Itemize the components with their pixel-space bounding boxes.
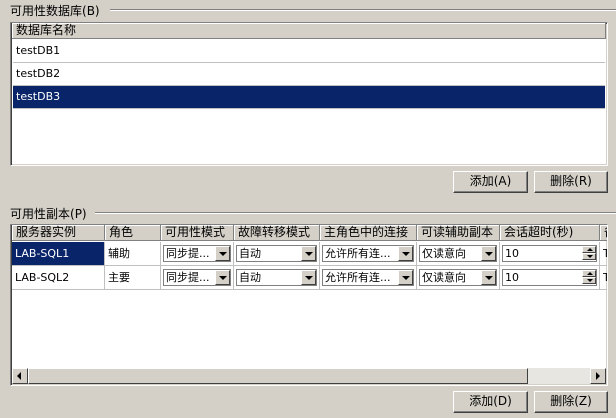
replicas-group-label: 可用性副本(P) bbox=[10, 205, 91, 222]
chevron-down-icon[interactable] bbox=[301, 246, 316, 261]
chevron-down-icon[interactable] bbox=[481, 246, 496, 261]
spin-down-icon[interactable] bbox=[582, 277, 596, 284]
chevron-down-icon[interactable] bbox=[301, 270, 316, 285]
replica-2-primary-connections-select[interactable]: 允许所有连... bbox=[322, 269, 414, 286]
spin-up-icon[interactable] bbox=[582, 246, 596, 253]
remove-replica-button[interactable]: 删除(Z) bbox=[534, 391, 608, 413]
chevron-down-icon[interactable] bbox=[215, 270, 230, 285]
replica-2-failover-cell: 自动 bbox=[234, 266, 320, 290]
add-database-button[interactable]: 添加(A) bbox=[453, 171, 528, 193]
replica-2-session-timeout-input[interactable]: 10 bbox=[502, 269, 597, 286]
replica-2-failover-mode-select[interactable]: 自动 bbox=[236, 269, 317, 286]
replica-1-readable-secondary-select[interactable]: 仅读意向 bbox=[419, 245, 497, 262]
replica-1-timeout-cell: 10 bbox=[500, 242, 600, 266]
replica-2-server[interactable]: LAB-SQL2 bbox=[12, 266, 105, 290]
replica-1-mode-cell: 同步提... bbox=[161, 242, 234, 266]
replica-1-conn-cell: 允许所有连... bbox=[320, 242, 417, 266]
database-row-3[interactable]: testDB3 bbox=[13, 86, 605, 109]
replica-grid[interactable]: 服务器实例 角色 可用性模式 故障转移模式 主角色中的连接 可读辅助副本 会话超… bbox=[10, 224, 608, 386]
spin-down-icon[interactable] bbox=[582, 253, 596, 260]
replica-2-timeout-cell: 10 bbox=[500, 266, 600, 290]
databases-group-label: 可用性数据库(B) bbox=[10, 2, 104, 19]
chevron-down-icon[interactable] bbox=[215, 246, 230, 261]
replica-1-server[interactable]: LAB-SQL1 bbox=[12, 242, 105, 266]
replica-2-mode-cell: 同步提... bbox=[161, 266, 234, 290]
replica-1-failover-cell: 自动 bbox=[234, 242, 320, 266]
replica-1-role: 辅助 bbox=[105, 242, 161, 266]
spin-up-icon[interactable] bbox=[582, 270, 596, 277]
column-header-failover-mode[interactable]: 故障转移模式 bbox=[234, 225, 320, 241]
replica-1-readable-cell: 仅读意向 bbox=[417, 242, 500, 266]
database-row-2[interactable]: testDB2 bbox=[13, 63, 605, 86]
replica-1-availability-mode-select[interactable]: 同步提... bbox=[163, 245, 231, 262]
column-header-backup[interactable]: 备 bbox=[600, 225, 607, 241]
chevron-down-icon[interactable] bbox=[398, 270, 413, 285]
replica-1-primary-connections-select[interactable]: 允许所有连... bbox=[322, 245, 414, 262]
chevron-down-icon[interactable] bbox=[481, 270, 496, 285]
column-header-role[interactable]: 角色 bbox=[105, 225, 161, 241]
replica-2-backup[interactable]: T bbox=[600, 266, 607, 290]
add-replica-button[interactable]: 添加(D) bbox=[453, 391, 528, 413]
chevron-down-icon[interactable] bbox=[398, 246, 413, 261]
replica-1-failover-mode-select[interactable]: 自动 bbox=[236, 245, 317, 262]
column-header-primary-connections[interactable]: 主角色中的连接 bbox=[320, 225, 417, 241]
replica-2-availability-mode-select[interactable]: 同步提... bbox=[163, 269, 231, 286]
column-header-database-name[interactable]: 数据库名称 bbox=[12, 23, 606, 39]
replica-2-readable-secondary-select[interactable]: 仅读意向 bbox=[419, 269, 497, 286]
column-header-server-instance[interactable]: 服务器实例 bbox=[12, 225, 105, 241]
replica-1-backup[interactable]: T bbox=[600, 242, 607, 266]
replica-grid-horizontal-scrollbar[interactable] bbox=[12, 368, 606, 384]
replica-2-role: 主要 bbox=[105, 266, 161, 290]
column-header-readable-secondary[interactable]: 可读辅助副本 bbox=[417, 225, 500, 241]
scroll-thumb[interactable] bbox=[28, 368, 528, 384]
remove-database-button[interactable]: 删除(R) bbox=[534, 171, 608, 193]
column-header-availability-mode[interactable]: 可用性模式 bbox=[161, 225, 234, 241]
database-row-1[interactable]: testDB1 bbox=[13, 40, 605, 63]
database-list[interactable]: 数据库名称 testDB1 testDB2 testDB3 bbox=[10, 22, 608, 166]
replica-2-readable-cell: 仅读意向 bbox=[417, 266, 500, 290]
column-header-session-timeout[interactable]: 会话超时(秒) bbox=[500, 225, 600, 241]
replica-1-session-timeout-input[interactable]: 10 bbox=[502, 245, 597, 262]
replicas-group-line bbox=[95, 212, 616, 214]
scroll-left-arrow-icon[interactable] bbox=[12, 368, 28, 384]
scroll-right-arrow-icon[interactable] bbox=[590, 368, 606, 384]
replica-2-conn-cell: 允许所有连... bbox=[320, 266, 417, 290]
databases-group-line bbox=[110, 9, 616, 11]
